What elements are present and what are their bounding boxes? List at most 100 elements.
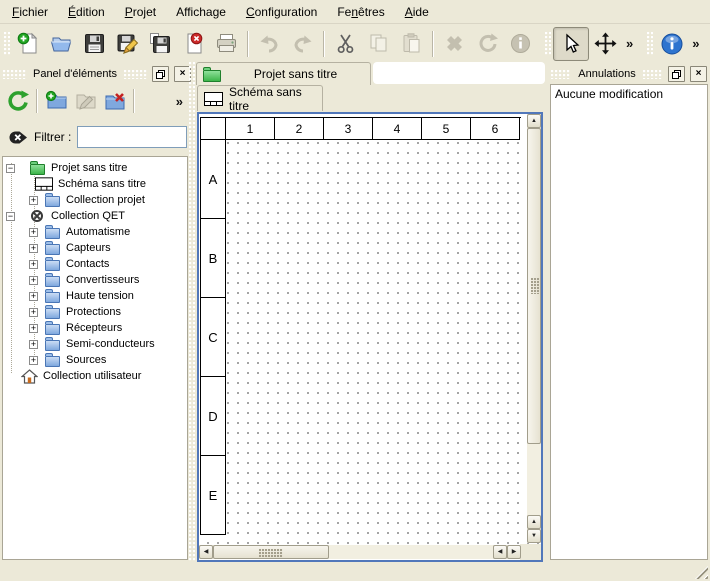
- open-button[interactable]: [45, 28, 78, 60]
- refresh-icon: [6, 89, 30, 113]
- menu-edition[interactable]: Édition: [58, 1, 115, 23]
- horizontal-scrollbar[interactable]: ◀ ◀ ▶: [199, 545, 521, 559]
- new-category-button[interactable]: [42, 87, 71, 116]
- menu-affichage[interactable]: Affichage: [166, 1, 236, 23]
- menu-aide[interactable]: Aide: [395, 1, 439, 23]
- horizontal-scrollbar-thumb[interactable]: [213, 545, 329, 559]
- filter-input[interactable]: [77, 126, 187, 148]
- scroll-up-button-bottom[interactable]: ▲: [527, 515, 541, 529]
- undo-history-list[interactable]: Aucune modification: [550, 84, 708, 560]
- toolbar-drag-handle[interactable]: [647, 32, 653, 56]
- tree-item-convertisseurs[interactable]: + Convertisseurs: [3, 272, 187, 288]
- scroll-left-button[interactable]: ◀: [199, 545, 213, 559]
- about-button[interactable]: [655, 28, 688, 60]
- scrollbar-corner: [520, 544, 541, 560]
- tree-item-contacts[interactable]: + Contacts: [3, 256, 187, 272]
- grid-row-headers: A B C D E: [201, 140, 226, 535]
- expand-icon[interactable]: +: [29, 244, 38, 253]
- print-button[interactable]: [210, 28, 243, 60]
- vertical-scrollbar[interactable]: ▲ ▲ ▼: [527, 114, 541, 543]
- schema-view[interactable]: 1 2 3 4 5 6 A B C D E ▲ ▲: [197, 112, 543, 562]
- undo-panel-titlebar[interactable]: Annulations ×: [548, 62, 710, 84]
- scroll-down-button[interactable]: ▼: [527, 529, 541, 543]
- dock-close-button[interactable]: ×: [690, 66, 707, 82]
- project-tab[interactable]: Projet sans titre: [196, 62, 371, 85]
- expand-icon[interactable]: +: [29, 292, 38, 301]
- tree-item-collection-utilisateur[interactable]: Collection utilisateur: [3, 368, 187, 384]
- expand-icon[interactable]: +: [29, 260, 38, 269]
- vertical-scrollbar-thumb[interactable]: [527, 128, 541, 444]
- grid-column-header: 2: [275, 118, 324, 140]
- menu-configuration[interactable]: Configuration: [236, 1, 327, 23]
- panel-toolbar-overflow-chevron[interactable]: »: [172, 94, 187, 109]
- float-icon: [156, 70, 165, 79]
- toolbar-drag-handle[interactable]: [545, 32, 551, 56]
- tree-item-semi-conducteurs[interactable]: + Semi-conducteurs: [3, 336, 187, 352]
- grid-row-header: E: [201, 456, 226, 535]
- expand-icon[interactable]: +: [29, 276, 38, 285]
- menu-fenetres[interactable]: Fenêtres: [327, 1, 394, 23]
- tree-item-project[interactable]: − Projet sans titre: [3, 160, 187, 176]
- reload-collections-button[interactable]: [3, 87, 32, 116]
- grid-corner-cell: [201, 118, 226, 140]
- grid-row-header: D: [201, 377, 226, 456]
- collapse-icon[interactable]: −: [6, 212, 15, 221]
- save-all-icon: [149, 32, 172, 55]
- elements-panel-titlebar[interactable]: Panel d'éléments ×: [0, 62, 194, 84]
- dock-splitter[interactable]: [189, 62, 195, 562]
- scroll-right-button[interactable]: ▶: [507, 545, 521, 559]
- tree-item-schema[interactable]: Schéma sans titre: [3, 176, 187, 192]
- grid-column-header: 6: [471, 118, 520, 140]
- expand-icon[interactable]: +: [29, 324, 38, 333]
- undo-list-item[interactable]: Aucune modification: [551, 85, 707, 103]
- toolbar-overflow-chevron[interactable]: »: [622, 36, 637, 51]
- save-all-button[interactable]: [144, 28, 177, 60]
- toolbar-overflow-chevron[interactable]: »: [688, 36, 703, 51]
- elements-panel: Panel d'éléments × »: [0, 62, 194, 562]
- titlebar-texture: [643, 70, 663, 79]
- selection-mode-button[interactable]: [553, 27, 589, 61]
- grid-column-header: 1: [226, 118, 275, 140]
- collapse-icon[interactable]: −: [6, 164, 15, 173]
- titlebar-texture: [551, 70, 571, 79]
- dock-float-button[interactable]: [152, 66, 169, 82]
- filter-label: Filtrer :: [34, 130, 71, 144]
- delete-button: [438, 28, 471, 60]
- save-button[interactable]: [78, 28, 111, 60]
- clear-filter-button[interactable]: [7, 129, 28, 146]
- close-file-button[interactable]: [177, 28, 210, 60]
- resize-grip[interactable]: [695, 566, 708, 579]
- tree-item-protections[interactable]: + Protections: [3, 304, 187, 320]
- cut-button[interactable]: [329, 28, 362, 60]
- tree-item-capteurs[interactable]: + Capteurs: [3, 240, 187, 256]
- toolbar-drag-handle[interactable]: [4, 32, 10, 56]
- expand-icon[interactable]: +: [29, 228, 38, 237]
- tree-item-recepteurs[interactable]: + Récepteurs: [3, 320, 187, 336]
- scroll-up-button[interactable]: ▲: [527, 114, 541, 128]
- expand-icon[interactable]: +: [29, 356, 38, 365]
- tree-item-collection-projet[interactable]: + Collection projet: [3, 192, 187, 208]
- undo-icon: [258, 32, 281, 55]
- undo-panel: Annulations × Aucune modification: [548, 62, 710, 562]
- pan-mode-button[interactable]: [589, 28, 622, 60]
- delete-category-button[interactable]: [100, 87, 129, 116]
- expand-icon[interactable]: +: [29, 340, 38, 349]
- info-blue-icon: [660, 32, 684, 56]
- schema-canvas[interactable]: 1 2 3 4 5 6 A B C D E: [199, 114, 541, 560]
- toolbar-separator: [36, 89, 38, 113]
- scroll-left-button-right[interactable]: ◀: [493, 545, 507, 559]
- tree-item-automatisme[interactable]: + Automatisme: [3, 224, 187, 240]
- tree-item-collection-qet[interactable]: − Collection QET: [3, 208, 187, 224]
- expand-icon[interactable]: +: [29, 196, 38, 205]
- tree-item-haute-tension[interactable]: + Haute tension: [3, 288, 187, 304]
- grid-row-header: A: [201, 140, 226, 219]
- schema-tab[interactable]: Schéma sans titre: [197, 85, 323, 111]
- expand-icon[interactable]: +: [29, 308, 38, 317]
- new-document-button[interactable]: [12, 28, 45, 60]
- dock-float-button[interactable]: [668, 66, 685, 82]
- tree-item-sources[interactable]: + Sources: [3, 352, 187, 368]
- menu-projet[interactable]: Projet: [115, 1, 166, 23]
- save-as-button[interactable]: [111, 28, 144, 60]
- menu-fichier[interactable]: Fichier: [2, 1, 58, 23]
- folder-icon: [43, 225, 61, 239]
